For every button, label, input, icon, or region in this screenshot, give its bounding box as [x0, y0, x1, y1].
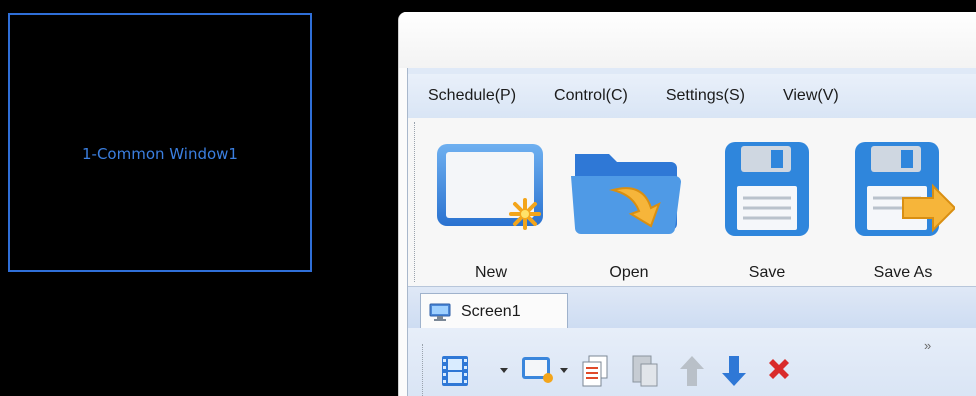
open-label: Open: [609, 264, 649, 281]
tab-label: Screen1: [461, 302, 521, 320]
subtoolbar-grip[interactable]: [422, 344, 426, 396]
monitor-icon: [429, 303, 451, 321]
save-disk-icon: [725, 142, 809, 236]
move-down-icon[interactable]: [720, 354, 748, 388]
menu-settings[interactable]: Settings(S): [666, 87, 745, 105]
menu-schedule[interactable]: Schedule(P): [428, 87, 516, 105]
screen-toolbar: »: [408, 328, 976, 396]
tab-screen1[interactable]: Screen1: [420, 293, 568, 329]
overflow-chevron[interactable]: »: [924, 338, 931, 353]
toolbar-grip[interactable]: [414, 122, 418, 282]
open-button[interactable]: Open: [570, 130, 688, 281]
copy-icon[interactable]: [580, 354, 610, 388]
title-bar[interactable]: [399, 12, 976, 68]
video-icon[interactable]: [440, 354, 470, 388]
video-dropdown-caret[interactable]: [500, 368, 508, 373]
main-frame: Schedule(P) Control(C) Settings(S) View(…: [407, 68, 976, 396]
move-up-icon[interactable]: [678, 354, 706, 388]
app-window: Schedule(P) Control(C) Settings(S) View(…: [398, 12, 976, 396]
open-folder-icon: [571, 154, 681, 234]
new-button[interactable]: New: [432, 130, 550, 281]
menu-view[interactable]: View(V): [783, 87, 839, 105]
common-window-preview[interactable]: 1-Common Window1: [8, 13, 312, 272]
delete-icon[interactable]: [764, 354, 794, 384]
new-label: New: [474, 264, 507, 281]
screen-tab-strip: Screen1: [408, 286, 976, 329]
save-as-button[interactable]: Save As: [844, 130, 962, 281]
new-document-icon: [437, 144, 543, 230]
window-dropdown-caret[interactable]: [560, 368, 568, 373]
save-label: Save: [748, 264, 786, 281]
menu-bar: Schedule(P) Control(C) Settings(S) View(…: [408, 74, 976, 118]
main-toolbar: New Open Save Save As: [408, 118, 976, 286]
save-button[interactable]: Save: [708, 130, 826, 281]
window-add-icon[interactable]: [520, 354, 556, 386]
save-as-label: Save As: [873, 264, 933, 281]
window-title: 1-Common Window1: [82, 145, 238, 163]
save-as-disk-icon: [855, 142, 955, 236]
paste-icon[interactable]: [630, 354, 660, 388]
menu-control[interactable]: Control(C): [554, 87, 628, 105]
